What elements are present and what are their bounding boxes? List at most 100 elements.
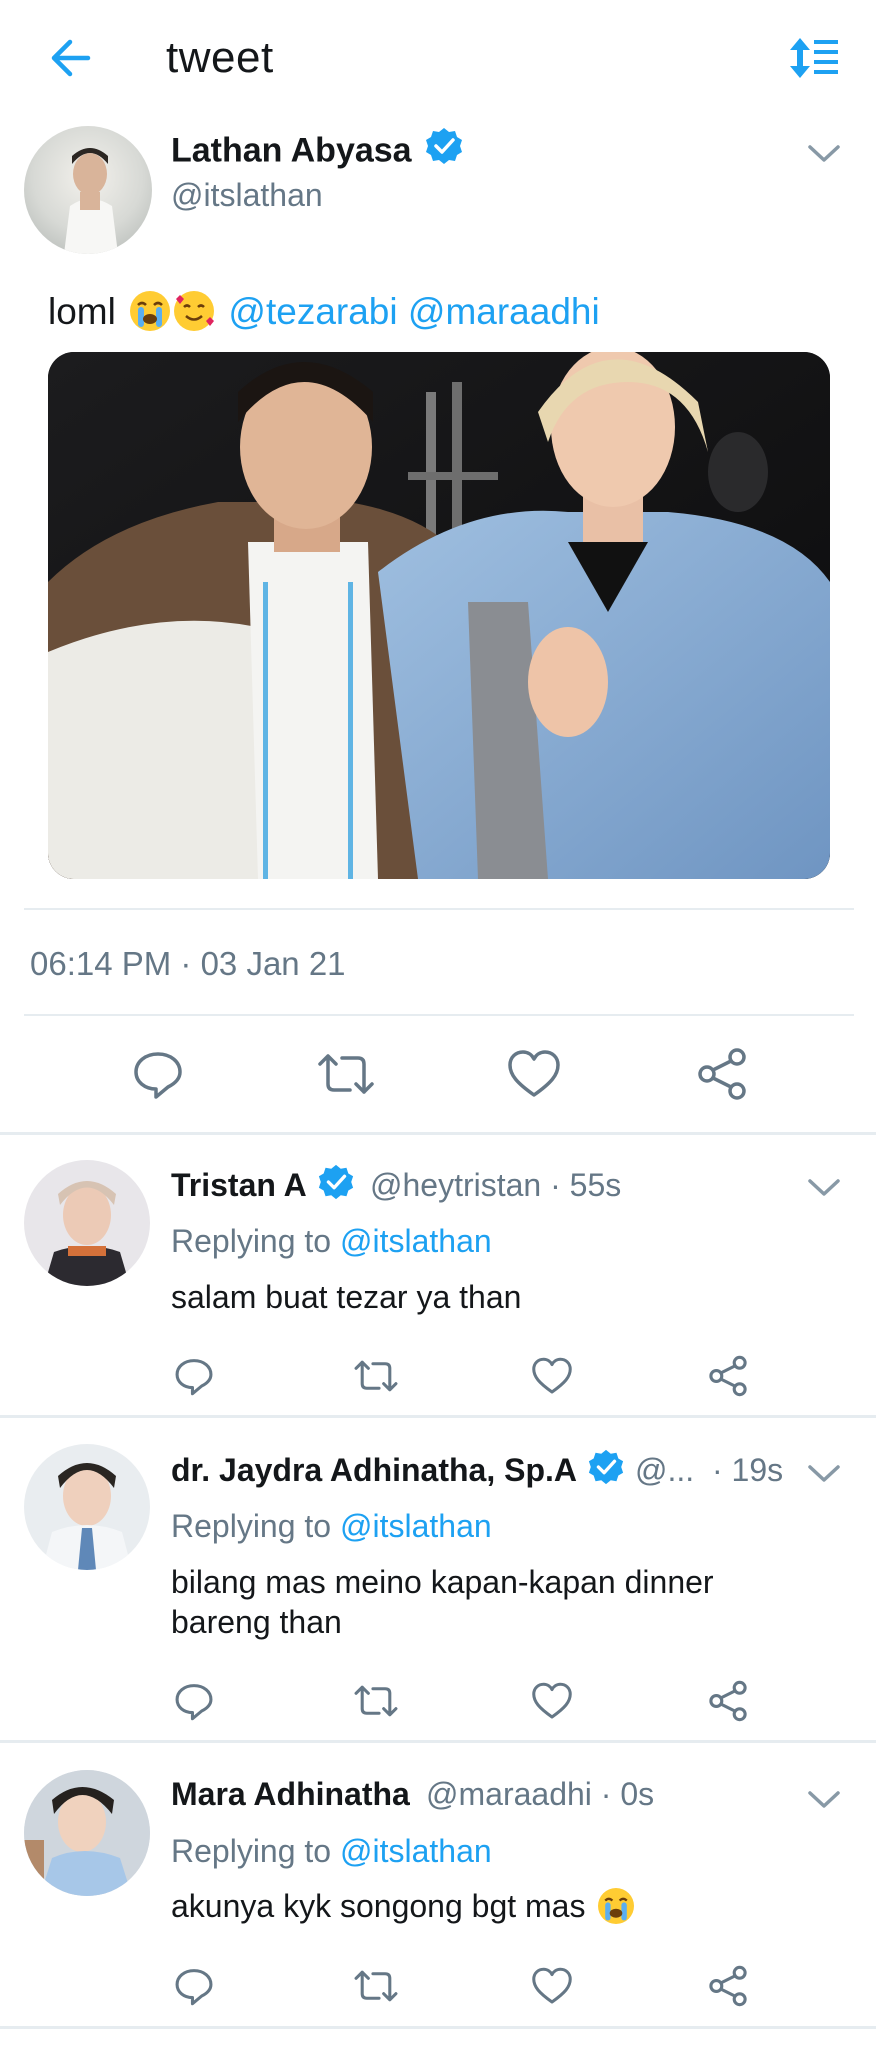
- tweet-photo[interactable]: [48, 352, 830, 879]
- retweet-button[interactable]: [316, 1044, 376, 1104]
- avatar[interactable]: [24, 126, 152, 254]
- replying-to-label: Replying to: [171, 1508, 332, 1544]
- top-bar: tweet: [0, 0, 876, 118]
- retweet-button[interactable]: [352, 1352, 400, 1400]
- share-button[interactable]: [704, 1352, 752, 1400]
- avatar-image: [64, 148, 118, 254]
- like-icon: [532, 1967, 572, 2004]
- divider: [0, 1740, 876, 1743]
- divider: [0, 2026, 876, 2029]
- avatar[interactable]: [24, 1770, 150, 1896]
- tweet-timestamp: 06:14 PM · 03 Jan 21: [30, 945, 346, 982]
- reply-icon: [134, 1052, 182, 1099]
- crying-face-emoji: [598, 1888, 635, 1924]
- replying-to-link[interactable]: @itslathan: [340, 1508, 492, 1544]
- chevron-down-icon: [808, 145, 840, 162]
- reply-button[interactable]: [170, 1352, 218, 1400]
- share-button[interactable]: [704, 1962, 752, 2010]
- like-icon: [508, 1050, 560, 1097]
- author-handle[interactable]: @itslathan: [171, 172, 323, 218]
- divider: [0, 1415, 876, 1418]
- retweet-button[interactable]: [352, 1962, 400, 2010]
- like-button[interactable]: [528, 1677, 576, 1725]
- chevron-down-icon: [808, 1179, 840, 1196]
- replying-to: Replying to @itslathan: [171, 1504, 492, 1548]
- reply-menu-button[interactable]: [804, 1454, 844, 1494]
- divider: [0, 1132, 876, 1135]
- reply-text: bilang mas meino kapan-kapan dinner bare…: [171, 1564, 714, 1640]
- replying-to-link[interactable]: @itslathan: [340, 1833, 492, 1869]
- retweet-icon: [354, 1685, 398, 1717]
- replying-to-label: Replying to: [171, 1223, 332, 1259]
- verified-badge-icon: [424, 126, 464, 179]
- avatar[interactable]: [24, 1444, 150, 1570]
- back-button[interactable]: [42, 30, 98, 86]
- replying-to: Replying to @itslathan: [171, 1219, 492, 1263]
- arrow-left-icon: [51, 39, 91, 77]
- share-icon: [709, 1965, 747, 2007]
- reply-handle-time: @heytristan · 55s: [370, 1163, 621, 1207]
- photo-image: [48, 352, 830, 879]
- replying-to-link[interactable]: @itslathan: [340, 1223, 492, 1259]
- reply-author-name[interactable]: Mara Adhinatha: [171, 1772, 410, 1816]
- verified-badge-icon: [587, 1448, 625, 1497]
- share-button[interactable]: [692, 1044, 752, 1104]
- reply-menu-button[interactable]: [804, 1780, 844, 1820]
- reply-button[interactable]: [128, 1044, 188, 1104]
- mention-link[interactable]: @tezarabi: [228, 291, 397, 332]
- tweet-text: loml @tezarabi @maraadhi: [48, 286, 600, 338]
- retweet-icon: [318, 1054, 374, 1094]
- divider: [24, 1014, 854, 1016]
- author-name-text: Lathan Abyasa: [171, 131, 412, 170]
- reply-text-body: akunya kyk songong bgt mas: [171, 1888, 586, 1924]
- retweet-button[interactable]: [352, 1677, 400, 1725]
- reply-handle[interactable]: @...: [635, 1448, 694, 1492]
- chevron-down-icon: [808, 1465, 840, 1482]
- sort-button[interactable]: [786, 30, 842, 86]
- reply-button[interactable]: [170, 1677, 218, 1725]
- page-title: tweet: [166, 33, 274, 82]
- replying-to: Replying to @itslathan: [171, 1829, 492, 1873]
- reply-time: · 0s: [600, 1776, 655, 1812]
- tweet-text-body: loml: [48, 291, 116, 332]
- reply-time: · 19s: [712, 1452, 784, 1488]
- reply-button[interactable]: [170, 1962, 218, 2010]
- avatar-image: [24, 1770, 150, 1896]
- like-icon: [532, 1357, 572, 1394]
- replying-to-label: Replying to: [171, 1833, 332, 1869]
- reply-author-name-text: dr. Jaydra Adhinatha, Sp.A: [171, 1452, 578, 1488]
- verified-badge-icon: [317, 1163, 355, 1212]
- reply-handle-time: @maraadhi · 0s: [426, 1772, 654, 1816]
- sort-icon: [790, 38, 838, 78]
- retweet-icon: [354, 1970, 398, 2002]
- like-icon: [532, 1682, 572, 1719]
- like-button[interactable]: [528, 1352, 576, 1400]
- chevron-down-icon: [808, 1791, 840, 1808]
- reply-icon: [175, 1684, 213, 1721]
- reply-handle[interactable]: @maraadhi: [426, 1776, 592, 1812]
- avatar-image: [44, 1181, 130, 1286]
- reply-text: akunya kyk songong bgt mas: [171, 1886, 791, 1926]
- avatar[interactable]: [24, 1160, 150, 1286]
- divider: [24, 908, 854, 910]
- reply-text: salam buat tezar ya than: [171, 1279, 522, 1315]
- reply-time: · 55s: [550, 1167, 622, 1203]
- reply-menu-button[interactable]: [804, 1168, 844, 1208]
- reply-author-name[interactable]: Tristan A: [171, 1163, 355, 1212]
- like-button[interactable]: [504, 1044, 564, 1104]
- crying-face-emoji: [130, 291, 171, 331]
- share-button[interactable]: [704, 1677, 752, 1725]
- reply-author-name[interactable]: dr. Jaydra Adhinatha, Sp.A: [171, 1448, 625, 1497]
- share-icon: [709, 1355, 747, 1397]
- reply-author-name-text: Tristan A: [171, 1167, 307, 1203]
- tweet-menu-button[interactable]: [804, 134, 844, 174]
- smiling-face-with-hearts-emoji: [174, 291, 215, 331]
- like-button[interactable]: [528, 1962, 576, 2010]
- avatar-image: [42, 1463, 132, 1570]
- reply-icon: [175, 1359, 213, 1396]
- retweet-icon: [354, 1360, 398, 1392]
- mention-link[interactable]: @maraadhi: [408, 291, 600, 332]
- share-icon: [698, 1048, 746, 1100]
- reply-icon: [175, 1969, 213, 2006]
- reply-handle[interactable]: @heytristan: [370, 1167, 541, 1203]
